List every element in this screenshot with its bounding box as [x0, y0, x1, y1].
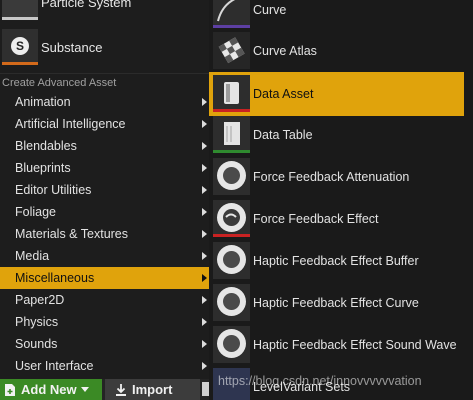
haptic-curve-icon — [213, 284, 250, 321]
category-label: Artificial Intelligence — [15, 117, 126, 131]
menu-item-label: Particle System — [41, 0, 132, 10]
category-materials-textures[interactable]: Materials & Textures — [0, 223, 209, 245]
chevron-right-icon — [202, 340, 207, 348]
content-browser-toolbar: Add New Import — [0, 379, 209, 400]
chevron-right-icon — [202, 164, 207, 172]
asset-item-label: Haptic Feedback Effect Sound Wave — [253, 338, 457, 352]
chevron-right-icon — [202, 252, 207, 260]
category-miscellaneous[interactable]: Miscellaneous — [0, 267, 209, 289]
category-label: Editor Utilities — [15, 183, 92, 197]
haptic-buffer-icon — [213, 242, 250, 279]
asset-item-label: Data Asset — [253, 87, 314, 101]
data-table-icon — [213, 116, 250, 153]
category-sounds[interactable]: Sounds — [0, 333, 209, 355]
category-label: User Interface — [15, 359, 94, 373]
asset-item-force-feedback-effect[interactable]: Force Feedback Effect — [209, 198, 464, 240]
substance-icon: S — [2, 29, 38, 65]
asset-item-force-feedback-attenuation[interactable]: Force Feedback Attenuation — [209, 156, 464, 198]
category-blueprints[interactable]: Blueprints — [0, 157, 209, 179]
curve-icon — [213, 0, 250, 28]
asset-item-haptic-feedback-effect-curve[interactable]: Haptic Feedback Effect Curve — [209, 282, 464, 324]
category-artificial-intelligence[interactable]: Artificial Intelligence — [0, 113, 209, 135]
chevron-right-icon — [202, 230, 207, 238]
chevron-right-icon — [202, 296, 207, 304]
category-label: Media — [15, 249, 50, 263]
asset-item-label: Haptic Feedback Effect Curve — [253, 296, 419, 310]
data-asset-icon — [213, 75, 250, 112]
category-editor-utilities[interactable]: Editor Utilities — [0, 179, 209, 201]
category-label: Blendables — [15, 139, 77, 153]
chevron-right-icon — [202, 142, 207, 150]
import-icon — [116, 383, 126, 396]
asset-item-haptic-feedback-effect-sound-wave[interactable]: Haptic Feedback Effect Sound Wave — [209, 324, 464, 366]
category-label: Physics — [15, 315, 59, 329]
category-media[interactable]: Media — [0, 245, 209, 267]
new-file-icon — [5, 383, 15, 396]
import-label: Import — [132, 382, 173, 397]
asset-item-data-asset[interactable]: Data Asset — [209, 72, 464, 116]
miscellaneous-submenu: Curve Curve Atlas Data Asset Data Table … — [209, 0, 473, 400]
asset-item-label: Data Table — [253, 128, 313, 142]
curve-atlas-icon — [213, 32, 250, 69]
force-feedback-effect-icon — [213, 200, 250, 237]
asset-item-haptic-feedback-effect-buffer[interactable]: Haptic Feedback Effect Buffer — [209, 240, 464, 282]
category-blendables[interactable]: Blendables — [0, 135, 209, 157]
category-paper2d[interactable]: Paper2D — [0, 289, 209, 311]
chevron-right-icon — [202, 318, 207, 326]
category-label: Miscellaneous — [15, 271, 95, 285]
asset-item-curve[interactable]: Curve — [209, 0, 464, 31]
watermark-text: https://blog.csdn.net/innovvvvvvation — [218, 374, 422, 388]
chevron-right-icon — [202, 120, 207, 128]
category-label: Animation — [15, 95, 71, 109]
save-icon[interactable] — [202, 382, 209, 396]
category-animation[interactable]: Animation — [0, 91, 209, 113]
section-header: Create Advanced Asset — [0, 73, 209, 91]
asset-item-data-table[interactable]: Data Table — [209, 114, 464, 156]
chevron-right-icon — [202, 98, 207, 106]
add-new-label: Add New — [21, 382, 77, 397]
category-label: Sounds — [15, 337, 58, 351]
haptic-sound-wave-icon — [213, 326, 250, 363]
import-button[interactable]: Import — [105, 379, 200, 400]
menu-item-substance[interactable]: S Substance — [0, 29, 209, 65]
add-new-button[interactable]: Add New — [0, 379, 102, 400]
substance-badge: S — [11, 37, 29, 55]
category-label: Paper2D — [15, 293, 65, 307]
asset-item-label: Curve — [253, 3, 287, 17]
asset-item-curve-atlas[interactable]: Curve Atlas — [209, 30, 464, 72]
chevron-right-icon — [202, 362, 207, 370]
chevron-right-icon — [202, 208, 207, 216]
asset-item-label: Force Feedback Attenuation — [253, 170, 410, 184]
asset-item-label: Haptic Feedback Effect Buffer — [253, 254, 419, 268]
particle-system-icon — [2, 0, 38, 20]
category-physics[interactable]: Physics — [0, 311, 209, 333]
force-feedback-attenuation-icon — [213, 158, 250, 195]
category-user-interface[interactable]: User Interface — [0, 355, 209, 377]
chevron-right-icon — [202, 186, 207, 194]
asset-item-label: Curve Atlas — [253, 44, 317, 58]
menu-item-label: Substance — [41, 39, 103, 55]
chevron-right-icon — [202, 274, 207, 282]
create-asset-menu: Particle System S Substance Create Advan… — [0, 0, 209, 400]
category-foliage[interactable]: Foliage — [0, 201, 209, 223]
category-label: Foliage — [15, 205, 56, 219]
category-label: Materials & Textures — [15, 227, 129, 241]
category-label: Blueprints — [15, 161, 71, 175]
chevron-down-icon — [80, 387, 89, 392]
asset-item-label: Force Feedback Effect — [253, 212, 379, 226]
menu-item-particle-system[interactable]: Particle System — [0, 0, 209, 20]
